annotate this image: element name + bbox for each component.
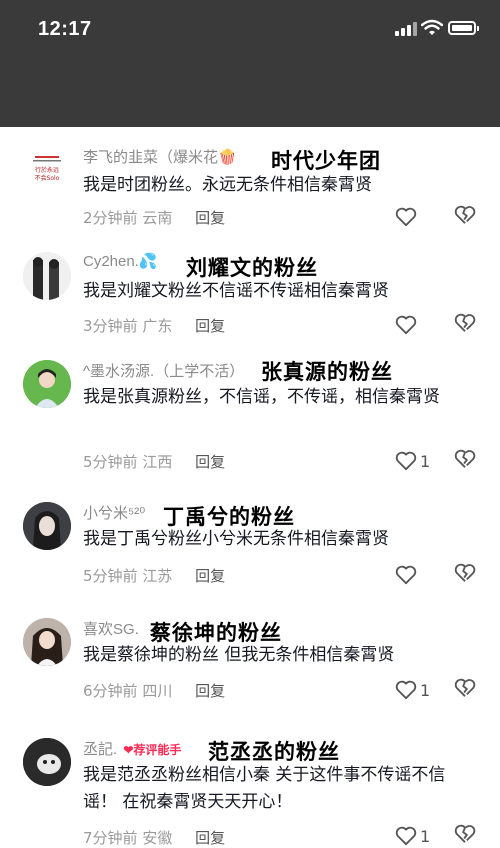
avatar[interactable] <box>23 618 71 666</box>
comment-text: 我是张真源粉丝，不信谣，不传谣，相信秦霄贤 <box>83 387 440 407</box>
like-count: 1 <box>420 680 431 700</box>
comment-meta: 3分钟前 广东 回复 <box>83 315 225 336</box>
comment-item: 小兮米⁵²⁰ 丁禹兮的粉丝 我是丁禹兮粉丝小兮米无条件相信秦霄贤 5分钟前 江苏… <box>0 498 500 593</box>
status-bar: 12:17 <box>0 0 500 127</box>
comment-time: 5分钟前 <box>83 453 138 471</box>
username[interactable]: 喜欢SG. <box>83 618 139 639</box>
comment-text: 我是范丞丞粉丝相信小秦 关于这件事不传谣不信谣！ 在祝秦霄贤天天开心！ <box>83 765 446 812</box>
dislike-button[interactable] <box>454 824 478 848</box>
like-button[interactable]: 1 <box>395 678 439 702</box>
username[interactable]: ^墨水汤源.（上学不活） <box>83 360 244 381</box>
username[interactable]: Cy2hen.💦 <box>83 252 158 270</box>
avatar[interactable] <box>23 738 71 786</box>
like-count: 1 <box>420 826 431 846</box>
comment-location: 江西 <box>142 453 173 471</box>
username-text[interactable]: 丞記. <box>83 741 117 758</box>
reply-button[interactable]: 回复 <box>195 567 225 585</box>
broken-heart-icon <box>454 313 476 332</box>
heart-icon <box>395 565 417 585</box>
signal-icon <box>395 22 417 36</box>
recommend-badge: ❤荐评能手 <box>123 743 182 757</box>
svg-text:不会Solo: 不会Solo <box>35 174 60 182</box>
comment-item: ^墨水汤源.（上学不活） 张真源的粉丝 我是张真源粉丝，不信谣，不传谣，相信秦霄… <box>0 356 500 476</box>
heart-icon <box>395 680 417 700</box>
like-button[interactable] <box>395 563 439 587</box>
avatar[interactable]: 行於永远 不会Solo <box>23 146 71 194</box>
comment-text: 我是蔡徐坤的粉丝 但我无条件相信秦霄贤 <box>83 645 395 665</box>
broken-heart-icon <box>454 563 476 582</box>
heart-icon <box>395 451 417 471</box>
avatar-photo <box>23 618 71 666</box>
comment-meta: 5分钟前 江西 回复 <box>83 451 225 472</box>
like-button[interactable]: 1 <box>395 824 439 848</box>
reply-button[interactable]: 回复 <box>195 682 225 700</box>
comment-location: 广东 <box>142 317 173 335</box>
comment-time: 7分钟前 <box>83 829 138 847</box>
comment-meta: 5分钟前 江苏 回复 <box>83 565 225 586</box>
svg-text:行於永远: 行於永远 <box>35 166 59 174</box>
reply-button[interactable]: 回复 <box>195 829 225 847</box>
broken-heart-icon <box>454 205 476 224</box>
reply-button[interactable]: 回复 <box>195 453 225 471</box>
comment-time: 6分钟前 <box>83 682 138 700</box>
comment-time: 2分钟前 <box>83 209 138 227</box>
like-button[interactable] <box>395 205 439 229</box>
comment-meta: 6分钟前 四川 回复 <box>83 680 225 701</box>
avatar-photo <box>23 738 71 786</box>
username[interactable]: 丞記. ❤荐评能手 <box>83 738 181 759</box>
like-count: 1 <box>420 451 431 471</box>
username[interactable]: 小兮米⁵²⁰ <box>83 502 145 523</box>
dislike-button[interactable] <box>454 678 478 702</box>
reply-button[interactable]: 回复 <box>195 317 225 335</box>
heart-icon <box>395 315 417 335</box>
clock: 12:17 <box>38 18 92 40</box>
comment-text: 我是丁禹兮粉丝小兮米无条件相信秦霄贤 <box>83 529 389 549</box>
comment-item: 行於永远 不会Solo 李飞的韭菜（爆米花🍿 时代少年团 我是时团粉丝。永远无条… <box>0 140 500 235</box>
fan-tagline: 张真源的粉丝 <box>261 360 393 384</box>
dislike-button[interactable] <box>454 563 478 587</box>
avatar[interactable] <box>23 252 71 300</box>
like-button[interactable] <box>395 313 439 337</box>
avatar-photo <box>23 360 71 408</box>
comment-location: 安徽 <box>142 829 173 847</box>
dislike-button[interactable] <box>454 313 478 337</box>
dislike-button[interactable] <box>454 205 478 229</box>
username[interactable]: 李飞的韭菜（爆米花🍿 <box>83 146 237 167</box>
comment-item: Cy2hen.💦 刘耀文的粉丝 我是刘耀文粉丝不信谣不传谣相信秦霄贤 3分钟前 … <box>0 248 500 343</box>
comment-item: 丞記. ❤荐评能手 范丞丞的粉丝 我是范丞丞粉丝相信小秦 关于这件事不传谣不信谣… <box>0 734 500 848</box>
broken-heart-icon <box>454 824 476 843</box>
comment-text: 我是刘耀文粉丝不信谣不传谣相信秦霄贤 <box>83 281 389 301</box>
comment-location: 江苏 <box>142 567 173 585</box>
battery-icon <box>448 21 479 35</box>
avatar[interactable] <box>23 360 71 408</box>
broken-heart-icon <box>454 678 476 697</box>
wifi-icon <box>421 19 443 35</box>
heart-icon <box>395 826 417 846</box>
comment-text: 我是时团粉丝。永远无条件相信秦霄贤 <box>83 175 372 195</box>
heart-icon <box>395 207 417 227</box>
dislike-button[interactable] <box>454 449 478 473</box>
avatar[interactable] <box>23 502 71 550</box>
comment-location: 云南 <box>142 209 173 227</box>
avatar-photo <box>23 502 71 550</box>
like-button[interactable]: 1 <box>395 449 439 473</box>
comment-item: 喜欢SG. 蔡徐坤的粉丝 我是蔡徐坤的粉丝 但我无条件相信秦霄贤 6分钟前 四川… <box>0 616 500 711</box>
comment-meta: 2分钟前 云南 回复 <box>83 207 225 228</box>
comment-time: 3分钟前 <box>83 317 138 335</box>
avatar-photo <box>23 252 71 300</box>
broken-heart-icon <box>454 449 476 468</box>
comment-time: 5分钟前 <box>83 567 138 585</box>
fan-tagline: 时代少年团 <box>271 149 381 173</box>
reply-button[interactable]: 回复 <box>195 209 225 227</box>
text-avatar-image: 行於永远 不会Solo <box>33 156 61 182</box>
comment-location: 四川 <box>142 682 173 700</box>
